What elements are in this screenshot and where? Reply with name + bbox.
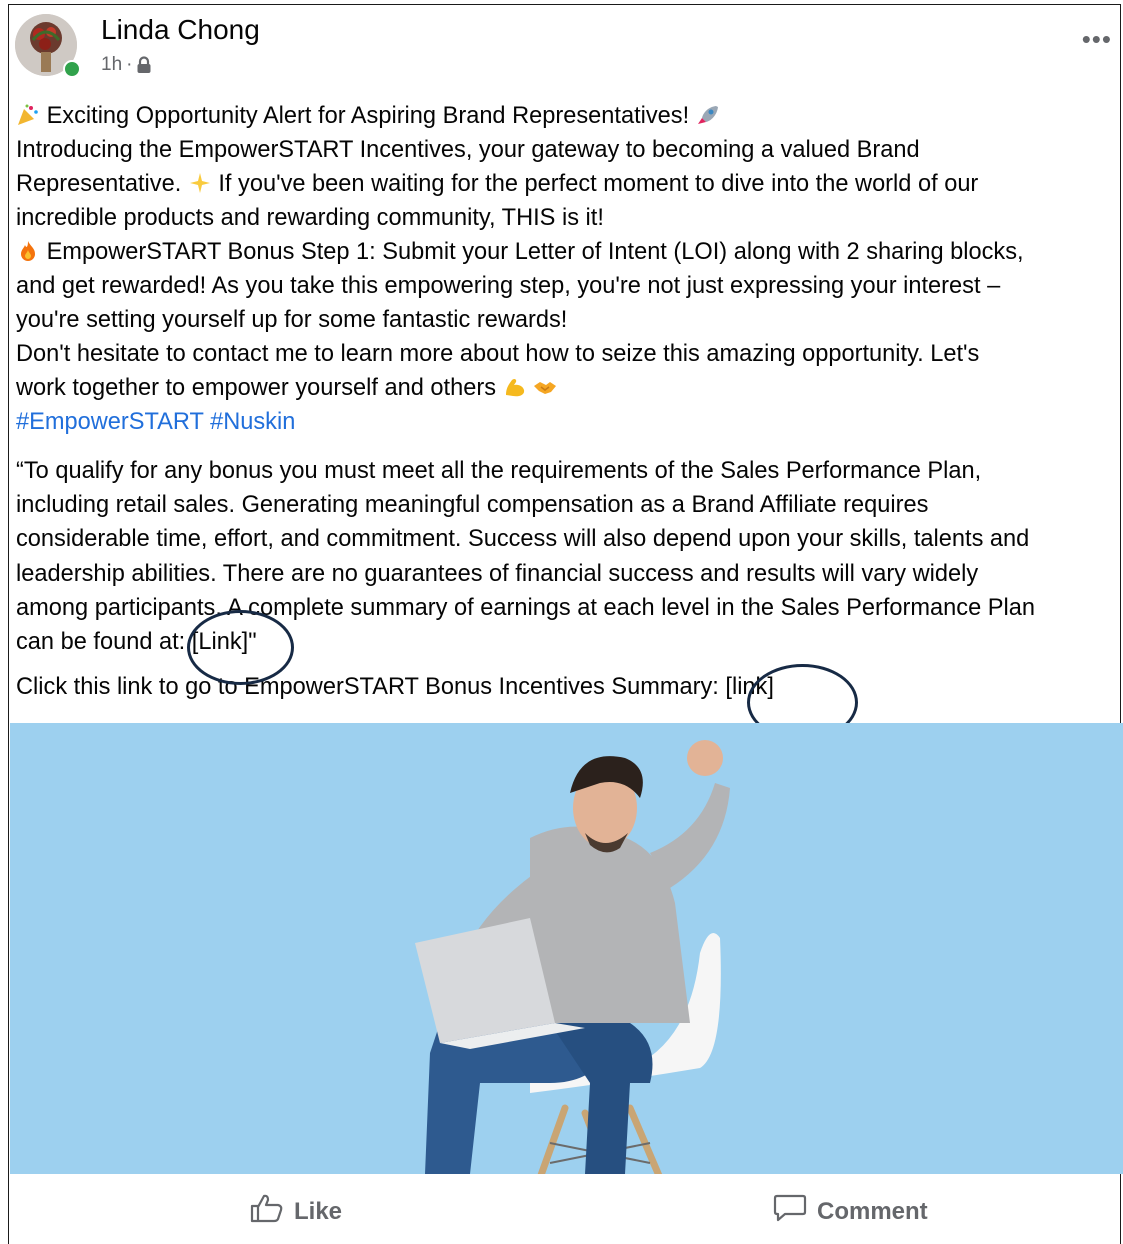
online-status-dot xyxy=(63,60,81,78)
lock-icon[interactable] xyxy=(136,56,152,74)
body-line: Don't hesitate to contact me to learn mo… xyxy=(16,337,1111,371)
party-popper-icon xyxy=(16,102,40,125)
author-name[interactable]: Linda Chong xyxy=(101,14,260,46)
meta-separator: · xyxy=(126,54,133,75)
like-button[interactable]: Like xyxy=(250,1193,342,1230)
disclaimer-line: including retail sales. Generating meani… xyxy=(16,492,929,519)
comment-icon xyxy=(773,1193,807,1230)
more-options-icon[interactable]: ••• xyxy=(1082,24,1112,55)
body-line: work together to empower yourself and ot… xyxy=(16,371,1111,405)
flexed-biceps-icon xyxy=(503,374,527,397)
post-meta: 1h · xyxy=(101,54,152,76)
disclaimer-line: can be found at: [Link]" xyxy=(16,625,1111,659)
like-label: Like xyxy=(294,1197,343,1225)
headline-text: Exciting Opportunity Alert for Aspiring … xyxy=(46,103,690,129)
body-text-span: Don't hesitate to contact me to learn mo… xyxy=(16,341,980,367)
thumbs-up-icon xyxy=(250,1193,284,1230)
disclaimer-line: leadership abilities. There are no guara… xyxy=(16,560,979,587)
bonus-summary-line: Click this link to go to EmpowerSTART Bo… xyxy=(16,670,774,704)
disclaimer-line: considerable time, effort, and commitmen… xyxy=(16,526,1030,553)
body-line: incredible products and rewarding commun… xyxy=(16,201,1111,235)
handshake-icon xyxy=(533,374,557,396)
hashtag-line: #EmpowerSTART #Nuskin xyxy=(16,405,1111,439)
disclaimer-line: “To qualify for any bonus you must meet … xyxy=(16,458,982,484)
hashtag-empowerstart[interactable]: #EmpowerSTART xyxy=(16,409,204,435)
body-text-span: If you've been waiting for the perfect m… xyxy=(218,171,979,197)
post-header: Linda Chong 1h · ••• xyxy=(15,10,1112,80)
bonus-summary-link[interactable]: [link] xyxy=(725,674,774,700)
fire-icon xyxy=(16,238,40,261)
body-line: and get rewarded! As you take this empow… xyxy=(16,269,1111,303)
earnings-summary-link[interactable]: [Link] xyxy=(192,629,248,655)
body-text-span: work together to empower yourself and ot… xyxy=(16,375,496,401)
sparkles-icon xyxy=(188,170,212,193)
bonus-summary-prefix: Click this link to go to EmpowerSTART Bo… xyxy=(16,674,726,700)
comment-label: Comment xyxy=(817,1197,928,1225)
body-text-span: Representative. xyxy=(16,171,182,197)
body-line: EmpowerSTART Bonus Step 1: Submit your L… xyxy=(16,235,1111,269)
comment-button[interactable]: Comment xyxy=(773,1193,928,1230)
body-line: Representative. If you've been waiting f… xyxy=(16,167,1111,201)
post-image[interactable] xyxy=(10,723,1123,1174)
disclaimer-prefix: can be found at: xyxy=(16,629,192,656)
body-line: Exciting Opportunity Alert for Aspiring … xyxy=(16,99,1111,133)
body-line: you're setting yourself up for some fant… xyxy=(16,303,1111,337)
body-text-span: incredible products and rewarding commun… xyxy=(16,205,604,231)
rocket-icon xyxy=(696,102,720,124)
body-text-span: Introducing the EmpowerSTART Incentives,… xyxy=(16,137,920,163)
body-line: Introducing the EmpowerSTART Incentives,… xyxy=(16,133,1111,167)
post-time[interactable]: 1h xyxy=(101,54,122,76)
action-bar: Like Comment xyxy=(10,1174,1123,1233)
disclaimer-line: among participants. A complete summary o… xyxy=(16,594,1036,621)
body-text-span: and get rewarded! As you take this empow… xyxy=(16,273,1001,299)
body-text-span: EmpowerSTART Bonus Step 1: Submit your L… xyxy=(46,239,1024,265)
hashtag-nuskin[interactable]: #Nuskin xyxy=(210,409,295,435)
body-text-span: you're setting yourself up for some fant… xyxy=(16,307,568,333)
disclaimer-block: “To qualify for any bonus you must meet … xyxy=(16,454,1111,659)
disclaimer-suffix: " xyxy=(248,629,257,656)
post-body: Exciting Opportunity Alert for Aspiring … xyxy=(16,99,1111,439)
